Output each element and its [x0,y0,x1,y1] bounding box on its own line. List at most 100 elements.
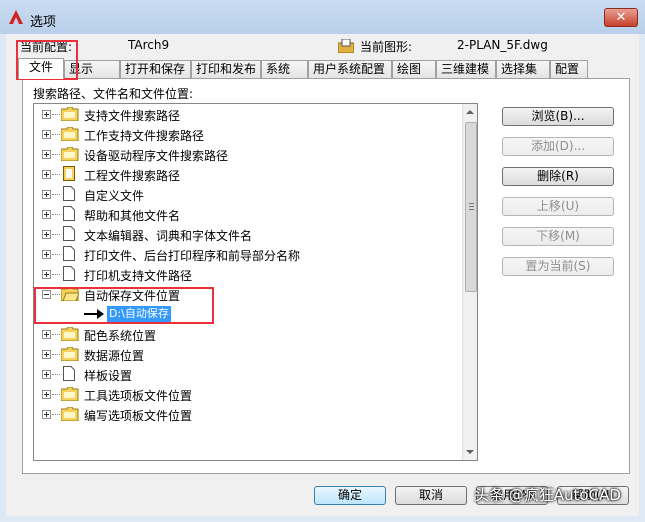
tree-item-label: 工作支持文件搜索路径 [84,129,205,143]
expand-icon[interactable] [42,110,51,119]
tree-item-device-driver-search-path[interactable]: 设备驱动程序文件搜索路径 [34,144,464,164]
tree-item-label: 自定义文件 [84,189,145,203]
file-location-tree[interactable]: 支持文件搜索路径 工作支持文件搜索路径 设备驱动程序文件搜索路径 工程文件搜索路… [33,103,478,461]
tab-profiles[interactable]: 配置 [550,60,588,78]
close-button[interactable]: ✕ [604,8,638,27]
file-icon [63,366,75,381]
tree-item-data-sources-location[interactable]: 数据源位置 [34,344,464,364]
tab-files[interactable]: 文件 [18,58,64,79]
expand-icon[interactable] [42,270,51,279]
tab-system[interactable]: 系统 [261,60,308,78]
add-button[interactable]: 添加(D)... [502,137,614,156]
tab-open-save[interactable]: 打开和保存 [120,60,191,78]
tab-plot-publish[interactable]: 打印和发布 [191,60,261,78]
search-paths-label: 搜索路径、文件名和文件位置: [33,87,194,101]
expand-icon[interactable] [42,130,51,139]
set-current-button[interactable]: 置为当前(S) [502,257,614,276]
profile-row: 当前配置: TArch9 当前图形: 2-PLAN_5F.dwg [20,38,630,56]
expand-icon[interactable] [42,250,51,259]
tree-scrollbar[interactable] [462,104,477,460]
tree-connector [52,414,60,415]
grip-line [469,209,474,210]
tree-item-project-search-path[interactable]: 工程文件搜索路径 [34,164,464,184]
window-title: 选项 [30,15,57,30]
move-up-button[interactable]: 上移(U) [502,197,614,216]
current-drawing-label: 当前图形: [360,40,413,54]
tree-item-color-book-locations[interactable]: 配色系统位置 [34,324,464,344]
tree-item-customization-files[interactable]: 自定义文件 [34,184,464,204]
tree-item-label: 打印机支持文件路径 [84,269,193,283]
title-bar: 选项 ✕ [0,0,645,34]
tree-item-label: 样板设置 [84,369,133,383]
remove-button[interactable]: 删除(R) [502,167,614,186]
expand-icon[interactable] [42,150,51,159]
file-icon [63,266,75,281]
grip-line [469,206,474,207]
current-profile-value: TArch9 [128,38,170,52]
tab-strip: 文件 显示 打开和保存 打印和发布 系统 用户系统配置 绘图 三维建模 选择集 … [18,58,638,79]
scroll-down-icon[interactable] [466,450,474,454]
tree-item-label: 设备驱动程序文件搜索路径 [84,149,229,163]
folder-icon [61,347,79,361]
file-icon [63,246,75,261]
folder-icon [61,127,79,141]
tree-item-label: 配色系统位置 [84,329,157,343]
tree-item-label: 工程文件搜索路径 [84,169,181,183]
cancel-button[interactable]: 取消 [395,486,467,505]
grip-line [469,203,474,204]
dialog-client: 当前配置: TArch9 当前图形: 2-PLAN_5F.dwg 文件 显示 打… [6,34,639,516]
tree-item-label: 工具选项板文件位置 [84,389,193,403]
expand-icon[interactable] [42,190,51,199]
tree-item-label: 打印文件、后台打印程序和前导部分名称 [84,249,301,263]
tab-3d-modeling[interactable]: 三维建模 [436,60,496,78]
tab-selection[interactable]: 选择集 [496,60,550,78]
tree-item-label: 文本编辑器、词典和字体文件名 [84,229,253,243]
folder-icon [61,327,79,341]
tree-item-label: 支持文件搜索路径 [84,109,181,123]
expand-icon[interactable] [42,390,51,399]
expand-icon[interactable] [42,410,51,419]
tree-connector [52,374,60,375]
watermark: 头条 @疯狂AutoCAD [474,486,621,504]
folder-icon [61,107,79,121]
tree-connector [52,114,60,115]
tree-item-label: 帮助和其他文件名 [84,209,181,223]
expand-icon[interactable] [42,330,51,339]
tree-item-tool-palettes-location[interactable]: 工具选项板文件位置 [34,384,464,404]
tree-connector [52,394,60,395]
expand-icon[interactable] [42,210,51,219]
tree-item-label: 编写选项板文件位置 [84,409,193,423]
tree-connector [52,194,60,195]
file-icon [63,226,75,241]
scroll-thumb[interactable] [465,122,477,292]
expand-icon[interactable] [42,370,51,379]
tree-connector [52,174,60,175]
ok-button[interactable]: 确定 [314,486,386,505]
folder-icon [61,407,79,421]
tree-item-printer-support-path[interactable]: 打印机支持文件路径 [34,264,464,284]
tree-connector [52,234,60,235]
folder-icon [61,147,79,161]
tree-item-support-file-search-path[interactable]: 支持文件搜索路径 [34,104,464,124]
project-icon [63,166,75,181]
tree-item-text-editor-dictionary-font[interactable]: 文本编辑器、词典和字体文件名 [34,224,464,244]
move-down-button[interactable]: 下移(M) [502,227,614,246]
browse-button[interactable]: 浏览(B)... [502,107,614,126]
expand-icon[interactable] [42,350,51,359]
folder-icon [61,387,79,401]
tree-item-authoring-palettes-location[interactable]: 编写选项板文件位置 [34,404,464,424]
tree-connector [52,354,60,355]
tree-item-print-spooler-prolog[interactable]: 打印文件、后台打印程序和前导部分名称 [34,244,464,264]
file-icon [63,186,75,201]
expand-icon[interactable] [42,170,51,179]
scroll-up-icon[interactable] [466,110,474,114]
tree-item-template-settings[interactable]: 样板设置 [34,364,464,384]
tree-item-working-support-search-path[interactable]: 工作支持文件搜索路径 [34,124,464,144]
tab-user-preferences[interactable]: 用户系统配置 [308,60,392,78]
highlight-box-autosave [34,287,214,324]
expand-icon[interactable] [42,230,51,239]
tree-connector [52,154,60,155]
tree-item-help-misc-filenames[interactable]: 帮助和其他文件名 [34,204,464,224]
tree-connector [52,214,60,215]
tab-drafting[interactable]: 绘图 [392,60,436,78]
